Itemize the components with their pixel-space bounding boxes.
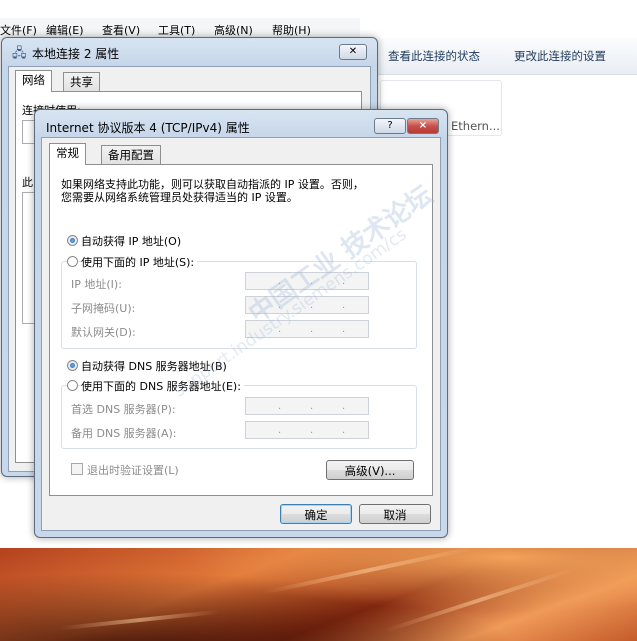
menu-advanced[interactable]: 高级(N) [214,22,253,38]
default-gateway-field[interactable]: ... [245,320,369,338]
ip-auto-radio[interactable] [67,235,78,246]
connection-dialog-title: 本地连接 2 属性 [32,47,120,61]
network-adapter-icon: 🖧 [12,46,27,61]
preferred-dns-label: 首选 DNS 服务器(P): [71,403,176,416]
close-icon[interactable]: ✕ [339,44,367,60]
subnet-mask-field[interactable]: ... [245,296,369,314]
subnet-mask-label: 子网掩码(U): [71,302,136,315]
wallpaper-streak [384,567,576,633]
preferred-dns-field[interactable]: ... [245,397,369,415]
ipv4-dialog-client: 常规 备用配置 如果网络支持此功能，则可以获取自动指派的 IP 设置。否则， 您… [41,137,441,531]
items-label: 此 [22,176,33,189]
ethernet-tile-label: Ethern... [451,119,500,133]
ipv4-dialog-title: Internet 协议版本 4 (TCP/IPv4) 属性 [46,121,250,135]
change-settings-command[interactable]: 更改此连接的设置 [514,48,606,64]
tab-sharing[interactable]: 共享 [63,72,100,91]
general-tab-page: 如果网络支持此功能，则可以获取自动指派的 IP 设置。否则， 您需要从网络系统管… [49,164,433,496]
ip-auto-label[interactable]: 自动获得 IP 地址(O) [81,233,181,249]
close-button[interactable]: × [407,118,439,134]
dns-auto-label[interactable]: 自动获得 DNS 服务器地址(B) [81,358,227,374]
menu-view[interactable]: 查看(V) [102,22,140,38]
menu-edit[interactable]: 编辑(E) [46,22,84,38]
view-status-command[interactable]: 查看此连接的状态 [388,48,480,64]
default-gateway-label: 默认网关(D): [71,326,136,339]
ok-button[interactable]: 确定 [280,504,352,524]
cancel-button[interactable]: 取消 [359,504,431,524]
help-button[interactable]: ? [374,118,406,134]
dns-manual-label[interactable]: 使用下面的 DNS 服务器地址(E): [81,378,244,394]
advanced-button[interactable]: 高级(V)... [326,460,414,480]
validate-checkbox[interactable] [71,463,83,475]
menu-help[interactable]: 帮助(H) [272,22,311,38]
tab-general[interactable]: 常规 [49,143,86,165]
ip-manual-label[interactable]: 使用下面的 IP 地址(S): [81,254,198,270]
menu-tools[interactable]: 工具(T) [158,22,195,38]
ip-address-field[interactable]: ... [245,272,369,290]
dns-auto-radio[interactable] [67,360,78,371]
desktop-wallpaper [0,545,637,641]
description-line-2: 您需要从网络系统管理员处获得适当的 IP 设置。 [61,191,298,204]
ipv4-properties-dialog: Internet 协议版本 4 (TCP/IPv4) 属性 ? × 常规 备用配… [34,109,448,538]
ip-manual-radio[interactable] [67,256,78,267]
dns-manual-radio[interactable] [67,380,78,391]
alternate-dns-field[interactable]: ... [245,421,369,439]
wallpaper-streak [261,545,479,595]
tab-network[interactable]: 网络 [15,70,52,92]
alternate-dns-label: 备用 DNS 服务器(A): [71,427,177,440]
menu-file[interactable]: 文件(F) [0,22,37,38]
ip-address-label: IP 地址(I): [71,278,122,291]
wallpaper-streak [60,609,220,631]
tab-alternate-configuration[interactable]: 备用配置 [101,145,161,164]
validate-label: 退出时验证设置(L) [87,464,179,477]
